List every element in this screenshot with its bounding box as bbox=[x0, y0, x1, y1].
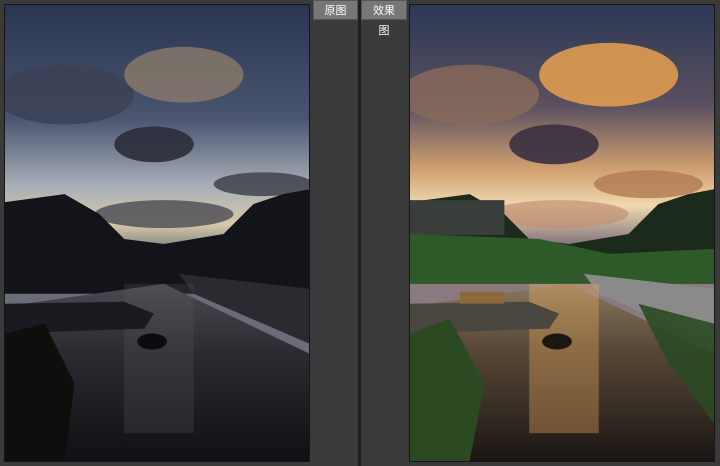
after-image bbox=[409, 4, 715, 462]
after-label: 效果图 bbox=[361, 0, 407, 37]
before-photo-svg bbox=[5, 5, 309, 461]
before-label: 原图 bbox=[313, 0, 358, 20]
before-image bbox=[4, 4, 310, 462]
after-photo-svg bbox=[410, 5, 714, 461]
panel-divider bbox=[358, 0, 361, 466]
